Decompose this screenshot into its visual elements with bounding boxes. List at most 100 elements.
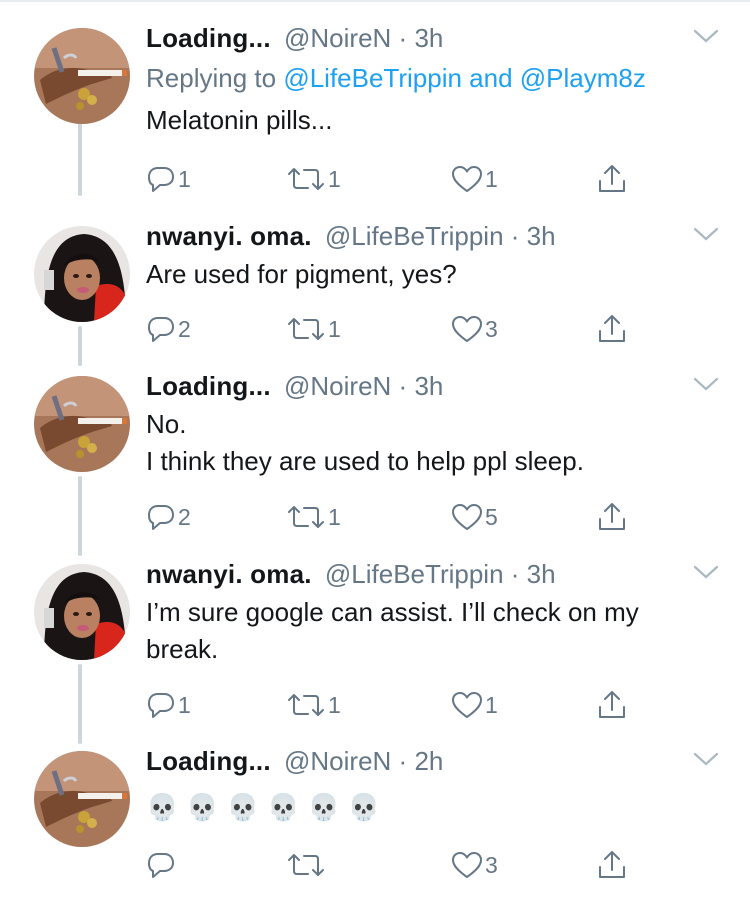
user-handle[interactable]: @NoireN (284, 746, 391, 776)
like-count: 5 (485, 503, 498, 530)
reply-icon (148, 505, 174, 530)
heart-icon (452, 504, 482, 530)
top-divider (0, 0, 750, 2)
reply-count: 1 (178, 165, 191, 192)
reply-count: 1 (178, 691, 191, 718)
user-handle[interactable]: @NoireN (284, 23, 391, 53)
tweet-actions: 3 (146, 845, 646, 885)
heart-icon (452, 852, 482, 878)
user-handle[interactable]: @LifeBeTrippin (325, 221, 504, 251)
tweet[interactable]: Loading... @NoireN · 3h Replying to @Lif… (0, 22, 750, 202)
heart-icon (452, 316, 482, 342)
timestamp[interactable]: 3h (414, 23, 443, 53)
tweet[interactable]: Loading... @NoireN · 2h 💀💀💀💀💀💀 3 (0, 745, 750, 895)
tweet-actions: 2 1 5 (146, 497, 646, 537)
tweet-text-line: Melatonin pills... (146, 105, 333, 135)
like-button[interactable]: 3 (451, 845, 498, 885)
like-button[interactable]: 1 (451, 685, 498, 725)
display-name[interactable]: Loading... (146, 746, 271, 776)
timestamp[interactable]: 3h (414, 371, 443, 401)
reply-button[interactable]: 1 (146, 685, 191, 725)
reply-button[interactable]: 1 (146, 159, 191, 199)
reply-count: 2 (178, 503, 191, 530)
tweet-header: nwanyi. oma. @LifeBeTrippin · 3h (146, 220, 556, 252)
retweet-count: 1 (328, 165, 341, 192)
share-button[interactable] (596, 685, 628, 725)
mention-link[interactable]: @LifeBeTrippin (283, 63, 462, 93)
timestamp[interactable]: 3h (527, 559, 556, 589)
tweet[interactable]: Loading... @NoireN · 3h No. I think they… (0, 370, 750, 550)
share-button[interactable] (596, 159, 628, 199)
tweet-header: Loading... @NoireN · 3h (146, 22, 443, 54)
tweet-text-line: I’m sure google can assist. I’ll check o… (146, 597, 639, 627)
avatar-smoking-hand[interactable] (34, 376, 130, 472)
like-count: 1 (485, 165, 498, 192)
tweet-actions: 1 1 1 (146, 685, 646, 725)
share-button[interactable] (596, 309, 628, 349)
avatar-smoking-hand[interactable] (34, 28, 130, 124)
reply-button[interactable]: 2 (146, 497, 191, 537)
tweet-actions: 1 1 1 (146, 159, 646, 199)
user-handle[interactable]: @LifeBeTrippin (325, 559, 504, 589)
retweet-icon (288, 318, 324, 340)
display-name[interactable]: nwanyi. oma. (146, 559, 312, 589)
share-icon (599, 165, 625, 192)
separator-dot: · (398, 23, 408, 53)
replying-to-join: and (461, 63, 520, 93)
avatar-portrait[interactable] (34, 226, 130, 322)
display-name[interactable]: Loading... (146, 23, 271, 53)
share-icon (599, 851, 625, 878)
retweet-count: 1 (328, 691, 341, 718)
like-button[interactable]: 5 (451, 497, 498, 537)
reply-icon (148, 317, 174, 342)
reply-icon (148, 693, 174, 718)
reply-button[interactable]: 2 (146, 309, 191, 349)
avatar-portrait[interactable] (34, 564, 130, 660)
share-icon (599, 691, 625, 718)
tweet-text-line: break. (146, 634, 219, 664)
retweet-icon (288, 854, 324, 876)
chevron-down-icon[interactable] (692, 562, 720, 582)
tweet-text-line: I think they are used to help ppl sleep. (146, 446, 584, 476)
mention-link[interactable]: @Playm8z (520, 63, 646, 93)
retweet-button[interactable]: 1 (286, 497, 341, 537)
replying-to: Replying to @LifeBeTrippin and @Playm8z (146, 62, 646, 94)
share-icon (599, 503, 625, 530)
separator-dot: · (510, 559, 520, 589)
timestamp[interactable]: 3h (527, 221, 556, 251)
chevron-down-icon[interactable] (692, 224, 720, 244)
chevron-down-icon[interactable] (692, 26, 720, 46)
retweet-button[interactable]: 1 (286, 159, 341, 199)
retweet-count: 1 (328, 503, 341, 530)
tweet-header: nwanyi. oma. @LifeBeTrippin · 3h (146, 558, 556, 590)
tweet[interactable]: nwanyi. oma. @LifeBeTrippin · 3h Are use… (0, 220, 750, 360)
skull-emoji-row: 💀💀💀💀💀💀 (146, 792, 389, 822)
like-button[interactable]: 3 (451, 309, 498, 349)
tweet[interactable]: nwanyi. oma. @LifeBeTrippin · 3h I’m sur… (0, 558, 750, 738)
separator-dot: · (510, 221, 520, 251)
tweet-text-line: Are used for pigment, yes? (146, 259, 457, 289)
user-handle[interactable]: @NoireN (284, 371, 391, 401)
share-button[interactable] (596, 497, 628, 537)
retweet-icon (288, 506, 324, 528)
retweet-button[interactable] (286, 845, 328, 885)
retweet-button[interactable]: 1 (286, 685, 341, 725)
reply-button[interactable] (146, 845, 178, 885)
display-name[interactable]: Loading... (146, 371, 271, 401)
retweet-button[interactable]: 1 (286, 309, 341, 349)
tweet-text: I’m sure google can assist. I’ll check o… (146, 594, 726, 668)
timestamp[interactable]: 2h (414, 746, 443, 776)
display-name[interactable]: nwanyi. oma. (146, 221, 312, 251)
heart-icon (452, 166, 482, 192)
tweet-text-line: No. (146, 409, 187, 439)
reply-count: 2 (178, 315, 191, 342)
tweet-text: Are used for pigment, yes? (146, 256, 726, 293)
like-button[interactable]: 1 (451, 159, 498, 199)
share-button[interactable] (596, 845, 628, 885)
chevron-down-icon[interactable] (692, 749, 720, 769)
separator-dot: · (398, 746, 408, 776)
avatar-smoking-hand[interactable] (34, 751, 130, 847)
chevron-down-icon[interactable] (692, 374, 720, 394)
tweet-actions: 2 1 3 (146, 309, 646, 349)
tweet-header: Loading... @NoireN · 2h (146, 745, 443, 777)
